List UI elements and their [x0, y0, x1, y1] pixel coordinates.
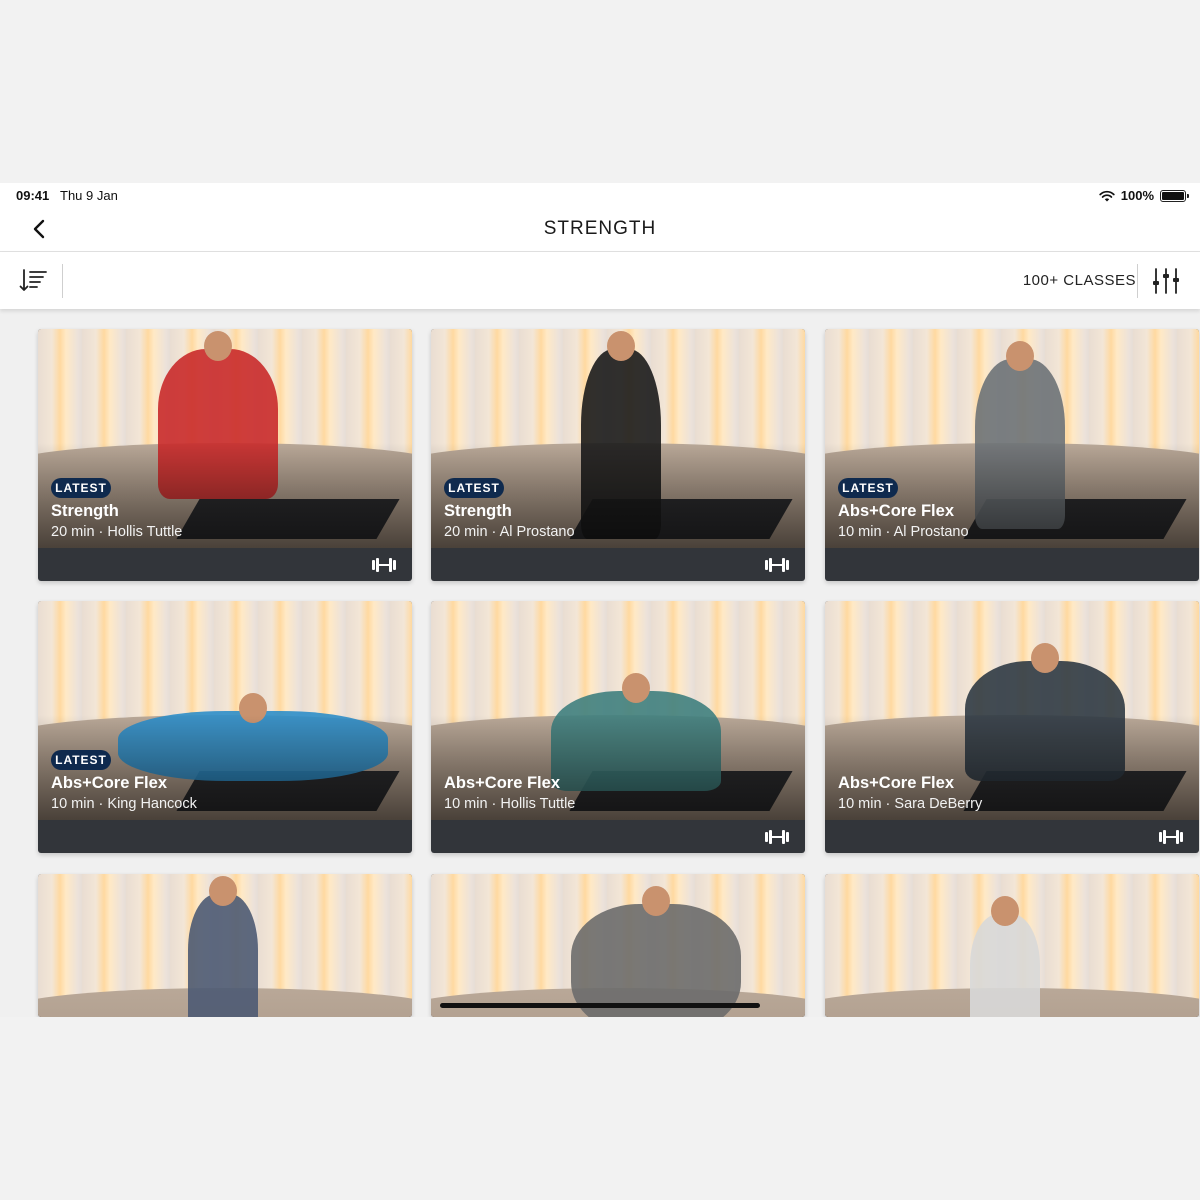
class-duration-instructor: 10 min · Sara DeBerry	[838, 796, 983, 812]
class-card[interactable]: Abs+Core Flex 10 min · Hollis Tuttle	[431, 601, 805, 853]
app-screen: 09:41 Thu 9 Jan 100% STRENGTH 100+ CLASS…	[0, 183, 1200, 1017]
instructor-figure	[571, 904, 741, 1017]
class-card[interactable]: LATEST Abs+Core Flex 10 min · King Hancock	[38, 601, 412, 853]
instructor-figure	[970, 914, 1040, 1017]
class-card[interactable]	[825, 874, 1199, 1017]
class-title: Abs+Core Flex	[51, 774, 167, 792]
class-count: 100+ CLASSES	[1022, 272, 1136, 289]
class-card[interactable]: LATEST Abs+Core Flex 10 min · Al Prostano	[825, 329, 1199, 581]
dumbbell-icon	[1159, 830, 1183, 844]
status-indicators: 100%	[1099, 188, 1189, 203]
instructor-figure	[188, 894, 258, 1017]
class-card[interactable]: Abs+Core Flex 10 min · Sara DeBerry	[825, 601, 1199, 853]
status-date: Thu 9 Jan	[60, 188, 118, 203]
sort-icon[interactable]	[18, 266, 48, 296]
status-time: 09:41	[16, 188, 50, 203]
toolbar-divider	[62, 264, 63, 298]
class-card[interactable]: LATEST Strength 20 min · Hollis Tuttle	[38, 329, 412, 581]
class-duration-instructor: 10 min · Hollis Tuttle	[444, 796, 576, 812]
class-title: Abs+Core Flex	[444, 774, 560, 792]
status-bar: 09:41 Thu 9 Jan 100%	[0, 183, 1200, 207]
class-title: Strength	[444, 502, 512, 520]
nav-bar: STRENGTH	[0, 207, 1200, 252]
class-duration-instructor: 20 min · Al Prostano	[444, 524, 575, 540]
dumbbell-icon	[765, 830, 789, 844]
latest-badge: LATEST	[51, 750, 111, 770]
battery-icon	[1160, 189, 1189, 202]
class-thumbnail	[38, 874, 412, 1017]
class-duration-instructor: 20 min · Hollis Tuttle	[51, 524, 183, 540]
battery-percent: 100%	[1120, 188, 1154, 203]
class-duration-instructor: 10 min · King Hancock	[51, 796, 197, 812]
dumbbell-icon	[765, 558, 789, 572]
filter-toolbar: 100+ CLASSES	[0, 252, 1200, 309]
class-title: Abs+Core Flex	[838, 774, 954, 792]
toolbar-divider	[1137, 264, 1138, 298]
class-title: Abs+Core Flex	[838, 502, 954, 520]
class-title: Strength	[51, 502, 119, 520]
class-duration-instructor: 10 min · Al Prostano	[838, 524, 969, 540]
latest-badge: LATEST	[444, 478, 504, 498]
latest-badge: LATEST	[51, 478, 111, 498]
home-indicator	[440, 1003, 760, 1008]
latest-badge: LATEST	[838, 478, 898, 498]
class-card[interactable]: LATEST Strength 20 min · Al Prostano	[431, 329, 805, 581]
class-card[interactable]	[431, 874, 805, 1017]
class-thumbnail	[431, 874, 805, 1017]
dumbbell-icon	[372, 558, 396, 572]
wifi-icon	[1099, 190, 1115, 201]
page-title: STRENGTH	[543, 218, 657, 239]
class-thumbnail	[825, 874, 1199, 1017]
class-card[interactable]	[38, 874, 412, 1017]
filter-sliders-icon[interactable]	[1150, 265, 1182, 297]
